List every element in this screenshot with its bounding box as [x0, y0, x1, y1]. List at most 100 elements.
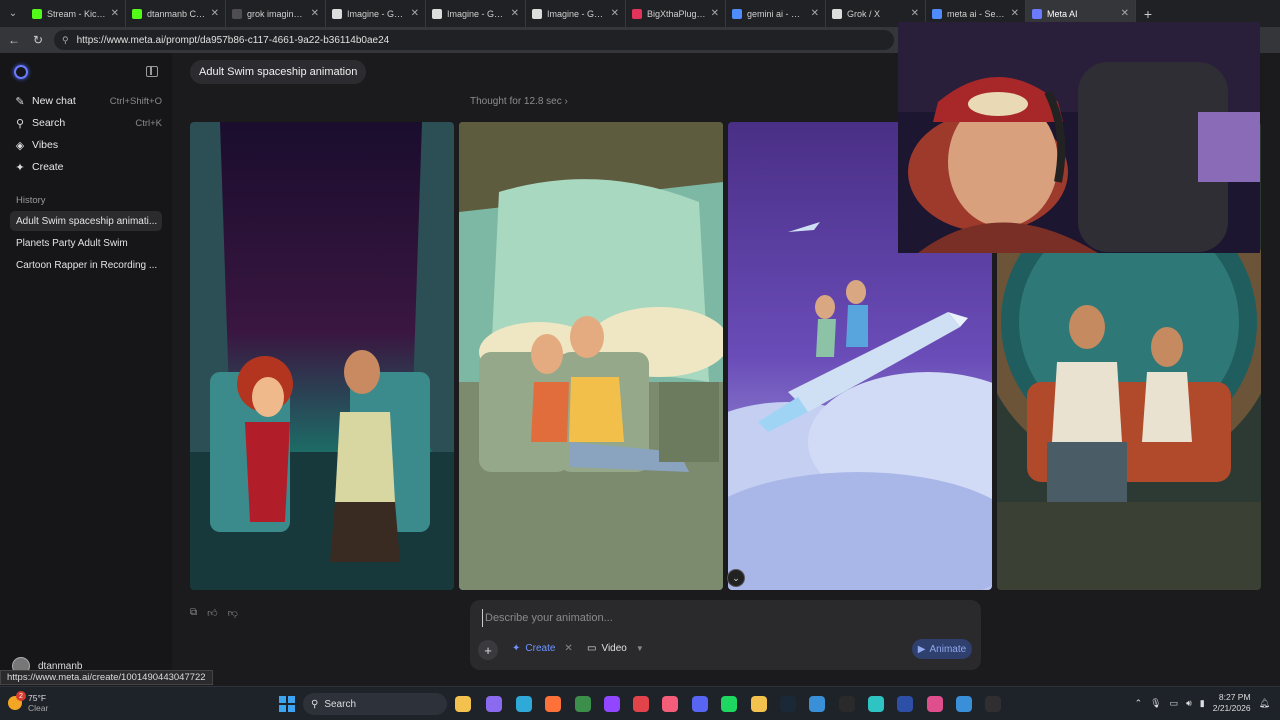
back-arrow-icon[interactable]: ← — [6, 33, 22, 47]
history-item[interactable]: Cartoon Rapper in Recording ... — [10, 255, 162, 275]
browser-tab[interactable]: Stream - Kick Das ✕ — [26, 0, 126, 27]
sidebar-nav-item[interactable]: ⚲ Search Ctrl+K — [14, 113, 162, 133]
tab-close-icon[interactable]: ✕ — [211, 8, 219, 19]
image-couple-cockpit-red-dress[interactable] — [190, 122, 454, 590]
notification-bell-icon[interactable]: 🔔︎ — [1259, 698, 1270, 709]
chrome-icon[interactable] — [575, 696, 591, 712]
clock-time: 8:27 PM — [1218, 692, 1251, 702]
fx-app-icon[interactable] — [897, 696, 913, 712]
microphone-icon[interactable]: 🎙︎ — [1150, 698, 1161, 709]
browser-tab[interactable]: gemini ai - Search ✕ — [726, 0, 826, 27]
sidebar-nav-item[interactable]: ✦ Create — [14, 157, 162, 177]
create-mode-chip[interactable]: ✦ Create ✕ — [512, 643, 573, 654]
browser-tab[interactable]: Imagine - Grok ✕ — [526, 0, 626, 27]
scroll-down-icon[interactable]: ⌄ — [727, 569, 745, 587]
video-mode-dropdown[interactable]: ▭ Video ▼ — [587, 643, 644, 654]
browser-tab[interactable]: grok imagine - Se ✕ — [226, 0, 326, 27]
music-icon[interactable] — [662, 696, 678, 712]
app-stack-icon[interactable] — [956, 696, 972, 712]
animate-label: Animate — [929, 643, 967, 655]
tab-close-icon[interactable]: ✕ — [611, 8, 619, 19]
app-pink-icon[interactable] — [927, 696, 943, 712]
composer: + ✦ Create ✕ ▭ Video ▼ ▶ Animate — [470, 600, 981, 670]
edit-icon: ✎ — [15, 95, 25, 108]
thought-duration[interactable]: Thought for 12.8 sec › — [470, 96, 568, 107]
thumbs-up-icon[interactable]: 👍︎ — [207, 607, 217, 619]
webcam-overlay — [898, 22, 1260, 253]
tab-favicon-icon — [332, 8, 342, 19]
streamer-webcam-image — [898, 22, 1260, 253]
file-explorer-icon[interactable] — [455, 696, 471, 712]
tab-close-icon[interactable]: ✕ — [411, 8, 419, 19]
reload-icon[interactable]: ↻ — [30, 33, 46, 47]
tab-title: Meta AI — [1047, 8, 1078, 19]
weather-desc: Clear — [28, 703, 49, 713]
copilot-icon[interactable] — [486, 696, 502, 712]
tab-title: Grok / X — [847, 8, 881, 19]
tab-favicon-icon — [132, 8, 142, 19]
chevron-right-icon: › — [564, 96, 568, 107]
weather-sun-icon: 2 — [8, 691, 26, 710]
battery-icon[interactable]: ▮ — [1200, 698, 1205, 709]
steam-icon[interactable] — [780, 696, 796, 712]
spotify-icon[interactable] — [721, 696, 737, 712]
obs-icon[interactable] — [985, 696, 1001, 712]
thumbs-down-icon[interactable]: 👎︎ — [228, 607, 238, 619]
app-red-icon[interactable] — [633, 696, 649, 712]
close-icon[interactable]: ✕ — [564, 643, 572, 654]
vibes-icon: ◈ — [15, 139, 25, 152]
browser-tab[interactable]: BigXthaPlug - Bo ✕ — [626, 0, 726, 27]
copy-icon[interactable]: ⧉ — [190, 607, 197, 619]
thought-label: Thought for 12.8 sec — [470, 96, 562, 107]
sidebar-nav-label: Search — [32, 117, 66, 129]
search-icon: ⚲ — [311, 698, 319, 710]
tab-favicon-icon — [832, 8, 842, 19]
app-bars-icon[interactable] — [809, 696, 825, 712]
sidebar-nav-item[interactable]: ◈ Vibes — [14, 135, 162, 155]
tab-close-icon[interactable]: ✕ — [1011, 8, 1019, 19]
sidebar-nav-item[interactable]: ✎ New chat Ctrl+Shift+O — [14, 91, 162, 111]
meta-ai-logo-icon[interactable] — [14, 65, 28, 79]
tab-favicon-icon — [932, 8, 942, 19]
browser-tab[interactable]: dtanmanb Clips ✕ — [126, 0, 226, 27]
image-couple-spaceship-window[interactable] — [459, 122, 723, 590]
taskbar-search-label: Search — [324, 698, 357, 710]
folder-icon[interactable] — [751, 696, 767, 712]
tab-favicon-icon — [232, 8, 242, 19]
taskbar-search-box[interactable]: ⚲ Search — [303, 693, 447, 715]
tab-close-icon[interactable]: ✕ — [111, 8, 119, 19]
sidebar-collapse-icon[interactable] — [146, 66, 158, 77]
firefox-icon[interactable] — [545, 696, 561, 712]
browser-tab[interactable]: Imagine - Grok ✕ — [426, 0, 526, 27]
search-icon: ⚲ — [15, 117, 25, 130]
tab-close-icon[interactable]: ✕ — [811, 8, 819, 19]
tab-close-icon[interactable]: ✕ — [1121, 8, 1129, 19]
network-icon[interactable]: ▭ — [1170, 698, 1179, 709]
windows-start-icon[interactable] — [279, 696, 295, 712]
discord-icon[interactable] — [692, 696, 708, 712]
weather-widget[interactable]: 2 75°F Clear — [8, 691, 49, 713]
twitch-icon[interactable] — [604, 696, 620, 712]
tab-close-icon[interactable]: ✕ — [911, 8, 919, 19]
volume-icon[interactable]: 🔊︎ — [1186, 698, 1192, 709]
url-field[interactable]: ⚲ https://www.meta.ai/prompt/da957b86-c1… — [54, 30, 894, 50]
app-teal-icon[interactable] — [868, 696, 884, 712]
animate-button[interactable]: ▶ Animate — [912, 639, 972, 659]
clock[interactable]: 8:27 PM 2/21/2026 — [1213, 692, 1251, 714]
tab-list-chevron-icon[interactable]: ⌄ — [0, 0, 26, 27]
animation-prompt-input[interactable] — [482, 609, 962, 627]
tray-overflow-chevron-icon[interactable]: ⌃ — [1135, 698, 1143, 709]
tab-title: BigXthaPlug - Bo — [647, 8, 706, 19]
history-item[interactable]: Planets Party Adult Swim — [10, 233, 162, 253]
tab-title: Stream - Kick Das — [47, 8, 106, 19]
edge-browser-icon[interactable] — [516, 696, 532, 712]
history-item[interactable]: Adult Swim spaceship animati... — [10, 211, 162, 231]
new-tab-icon[interactable]: + — [1136, 6, 1160, 22]
app-dark-icon[interactable] — [839, 696, 855, 712]
tab-close-icon[interactable]: ✕ — [311, 8, 319, 19]
browser-tab[interactable]: Imagine - Grok ✕ — [326, 0, 426, 27]
tab-close-icon[interactable]: ✕ — [511, 8, 519, 19]
site-info-icon[interactable]: ⚲ — [62, 35, 69, 46]
tab-close-icon[interactable]: ✕ — [711, 8, 719, 19]
add-attachment-button[interactable]: + — [478, 640, 498, 660]
